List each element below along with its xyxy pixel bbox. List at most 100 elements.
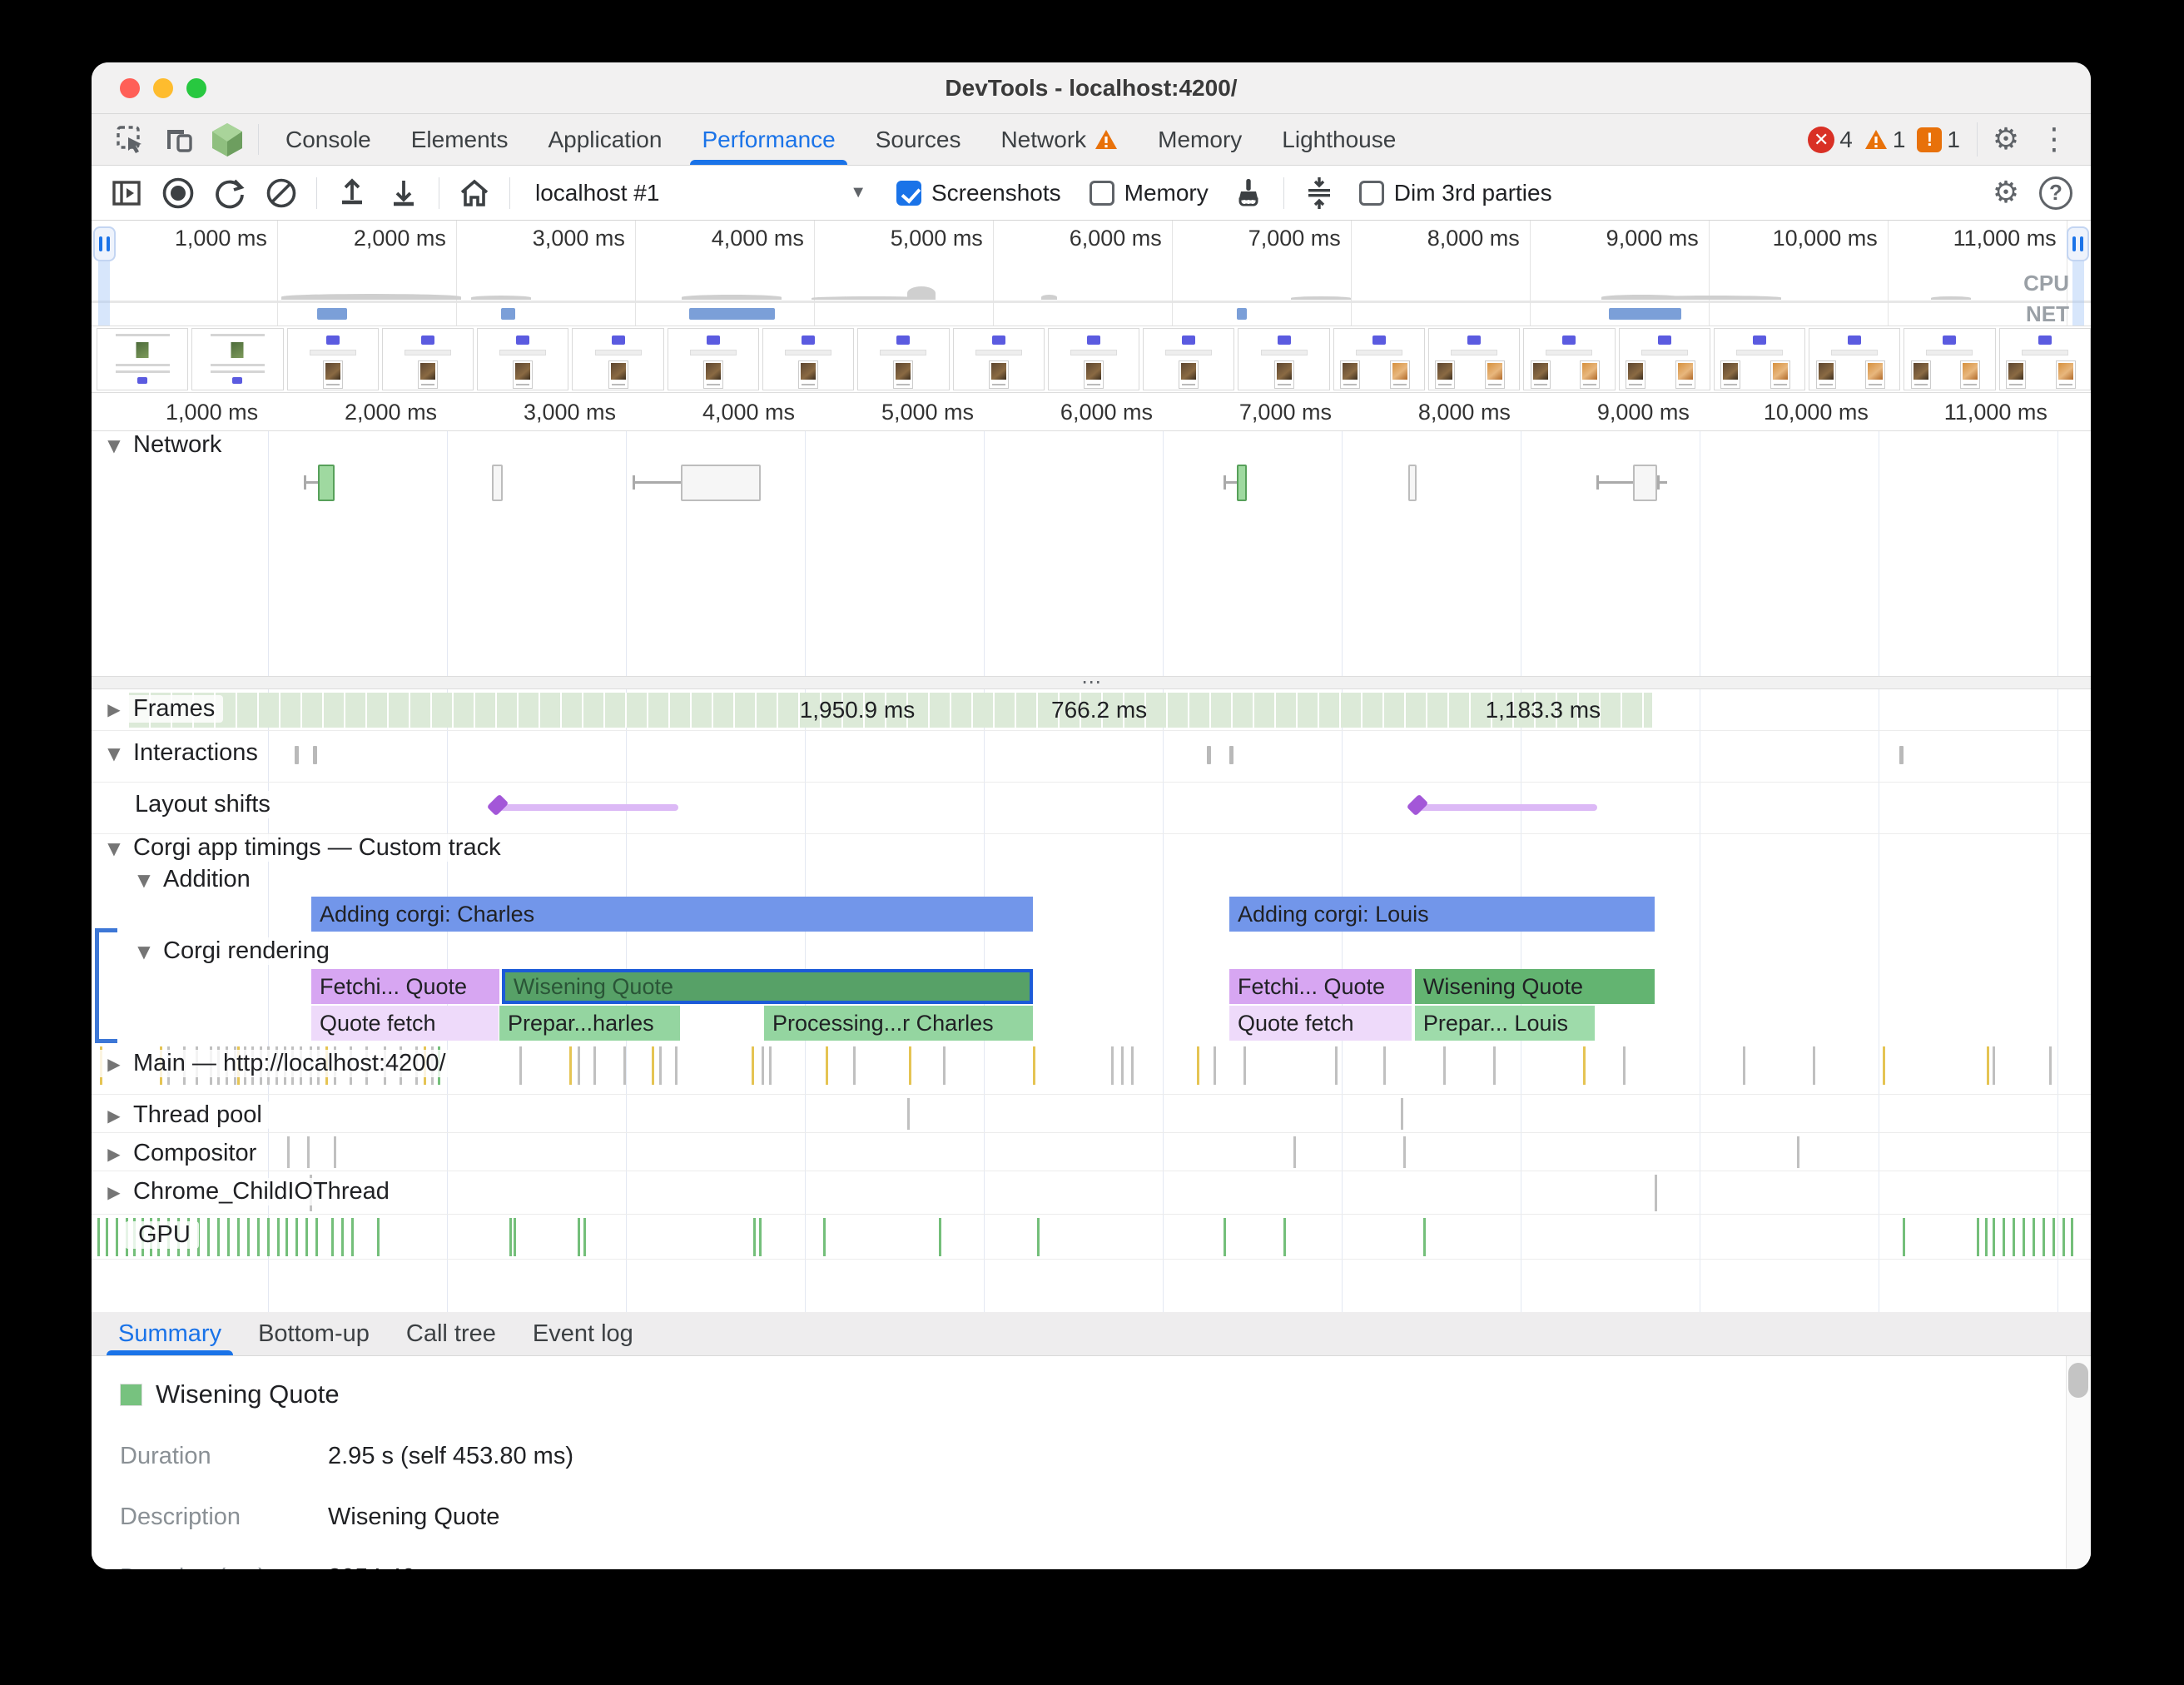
tab-application[interactable]: Application (528, 114, 682, 165)
device-toolbar-icon[interactable] (155, 114, 203, 165)
screenshot-thumbnail[interactable] (1428, 328, 1520, 390)
flame-bar-rendering[interactable]: Processing...r Charles (764, 1006, 1033, 1041)
extension-gem-icon[interactable] (203, 114, 251, 165)
chevron-collapsed-icon[interactable]: ▶ (105, 699, 123, 719)
screenshot-thumbnail[interactable] (1999, 328, 2091, 390)
tab-elements[interactable]: Elements (391, 114, 529, 165)
layout-shifts-track-label[interactable]: Layout shifts (122, 791, 279, 818)
record-and-reload-button[interactable] (206, 171, 253, 215)
screenshot-thumbnail[interactable] (572, 328, 663, 390)
screenshot-thumbnail[interactable] (1143, 328, 1234, 390)
home-icon[interactable] (451, 171, 498, 215)
summary-scrollbar[interactable] (2066, 1356, 2091, 1569)
settings-gear-icon[interactable]: ⚙ (1984, 122, 2028, 157)
help-icon[interactable]: ? (2039, 176, 2072, 210)
screenshot-thumbnail[interactable] (953, 328, 1045, 390)
screenshot-thumbnail[interactable] (762, 328, 854, 390)
flame-bar-rendering[interactable]: Fetchi... Quote (1229, 969, 1412, 1004)
screenshot-thumbnail[interactable] (287, 328, 379, 390)
more-options-kebab-icon[interactable]: ⋮ (2033, 122, 2076, 157)
flame-bar-rendering[interactable]: Prepar... Louis (1415, 1006, 1595, 1041)
chevron-collapsed-icon[interactable]: ▶ (105, 1182, 123, 1202)
console-errors-badge[interactable]: ✕ 4 (1808, 127, 1853, 153)
tab-console[interactable]: Console (266, 114, 391, 165)
profile-history-select[interactable]: localhost #1 ▼ (522, 180, 880, 206)
flame-bar-rendering[interactable]: Quote fetch (1229, 1006, 1412, 1041)
addition-group-label[interactable]: ▼Addition (122, 866, 259, 893)
screenshot-thumbnail[interactable] (97, 328, 188, 390)
chevron-expanded-icon[interactable]: ▼ (105, 838, 123, 858)
layout-shift-event[interactable] (1419, 804, 1597, 811)
screenshot-thumbnail[interactable] (857, 328, 949, 390)
close-window-button[interactable] (120, 78, 140, 98)
screenshot-thumbnail[interactable] (382, 328, 474, 390)
network-request-bar[interactable] (318, 465, 335, 501)
flame-chart-timeline[interactable]: 1,000 ms2,000 ms3,000 ms4,000 ms5,000 ms… (92, 393, 2091, 1312)
clear-recording-button[interactable] (258, 171, 305, 215)
panel-resize-divider[interactable]: ⋯ (92, 676, 2091, 689)
record-button[interactable] (155, 171, 201, 215)
memory-checkbox[interactable]: Memory (1090, 180, 1209, 206)
thread-track-label[interactable]: ▶Thread pool (92, 1101, 271, 1129)
flame-bar-rendering[interactable]: Prepar...harles (499, 1006, 680, 1041)
inspect-element-icon[interactable] (107, 114, 155, 165)
chevron-expanded-icon[interactable]: ▼ (135, 942, 153, 962)
flame-bar-rendering[interactable]: Wisening Quote (1415, 969, 1655, 1004)
chevron-collapsed-icon[interactable]: ▶ (105, 1106, 123, 1126)
zoom-window-button[interactable] (186, 78, 206, 98)
toggle-sidebar-icon[interactable] (103, 171, 150, 215)
thread-track-label[interactable]: ▶Compositor (92, 1140, 265, 1167)
screenshot-thumbnail[interactable] (1714, 328, 1805, 390)
chevron-expanded-icon[interactable]: ▼ (105, 435, 123, 455)
tab-lighthouse[interactable]: Lighthouse (1262, 114, 1416, 165)
thread-track-label[interactable]: GPU (125, 1221, 199, 1249)
overview-right-handle[interactable] (2067, 226, 2089, 261)
scrollbar-thumb[interactable] (2068, 1363, 2088, 1398)
console-warnings-badge[interactable]: 1 (1864, 127, 1906, 153)
tab-summary[interactable]: Summary (100, 1312, 240, 1355)
tab-network[interactable]: Network (980, 114, 1138, 165)
screenshot-thumbnail[interactable] (477, 328, 568, 390)
screenshots-checkbox[interactable]: Screenshots (896, 180, 1061, 206)
screenshot-thumbnail[interactable] (191, 328, 283, 390)
screenshot-thumbnail[interactable] (668, 328, 759, 390)
dim-3rd-parties-checkbox[interactable]: Dim 3rd parties (1359, 180, 1552, 206)
flame-bar-addition[interactable]: Adding corgi: Louis (1229, 897, 1655, 932)
chevron-expanded-icon[interactable]: ▼ (135, 870, 153, 890)
screenshot-thumbnail[interactable] (1619, 328, 1710, 390)
rendering-group-label[interactable]: ▼Corgi rendering (122, 937, 338, 965)
screenshot-thumbnail[interactable] (1809, 328, 1900, 390)
network-request-bar[interactable] (1633, 465, 1657, 501)
flame-bar-rendering[interactable]: Fetchi... Quote (311, 969, 499, 1004)
frames-track-label[interactable]: ▶Frames (92, 695, 223, 723)
collect-garbage-icon[interactable] (1225, 171, 1272, 215)
tab-performance[interactable]: Performance (682, 114, 855, 165)
screenshot-thumbnail[interactable] (1048, 328, 1139, 390)
screenshot-thumbnail[interactable] (1904, 328, 1995, 390)
tab-sources[interactable]: Sources (856, 114, 981, 165)
collapse-sanity-icon[interactable] (1296, 171, 1343, 215)
network-request-bar[interactable] (1237, 465, 1247, 501)
tab-memory[interactable]: Memory (1138, 114, 1262, 165)
issues-badge[interactable]: ! 1 (1917, 127, 1960, 153)
upload-profile-icon[interactable] (329, 171, 375, 215)
overview-left-handle[interactable] (93, 226, 116, 261)
screenshot-thumbnail[interactable] (1238, 328, 1329, 390)
layout-shift-event[interactable] (499, 804, 678, 811)
flame-bar-addition[interactable]: Adding corgi: Charles (311, 897, 1033, 932)
tab-bottom-up[interactable]: Bottom-up (240, 1312, 388, 1355)
capture-settings-gear-icon[interactable]: ⚙ (1984, 176, 2028, 210)
flame-bar-rendering[interactable]: Quote fetch (311, 1006, 499, 1041)
chevron-collapsed-icon[interactable]: ▶ (105, 1054, 123, 1074)
timeline-overview[interactable]: CPU NET 1,000 ms2,000 ms3,000 ms4,000 ms… (92, 221, 2091, 326)
minimize-window-button[interactable] (153, 78, 173, 98)
screenshot-thumbnail[interactable] (1523, 328, 1615, 390)
chevron-expanded-icon[interactable]: ▼ (105, 743, 123, 763)
network-track-label[interactable]: ▼Network (92, 431, 230, 459)
flame-bar-rendering[interactable]: Wisening Quote (502, 969, 1033, 1004)
thread-track-label[interactable]: ▶Chrome_ChildIOThread (92, 1178, 398, 1205)
chevron-collapsed-icon[interactable]: ▶ (105, 1144, 123, 1164)
network-request-bar[interactable] (681, 465, 761, 501)
network-request-bar[interactable] (1408, 465, 1417, 501)
custom-track-label[interactable]: ▼Corgi app timings — Custom track (92, 834, 509, 862)
